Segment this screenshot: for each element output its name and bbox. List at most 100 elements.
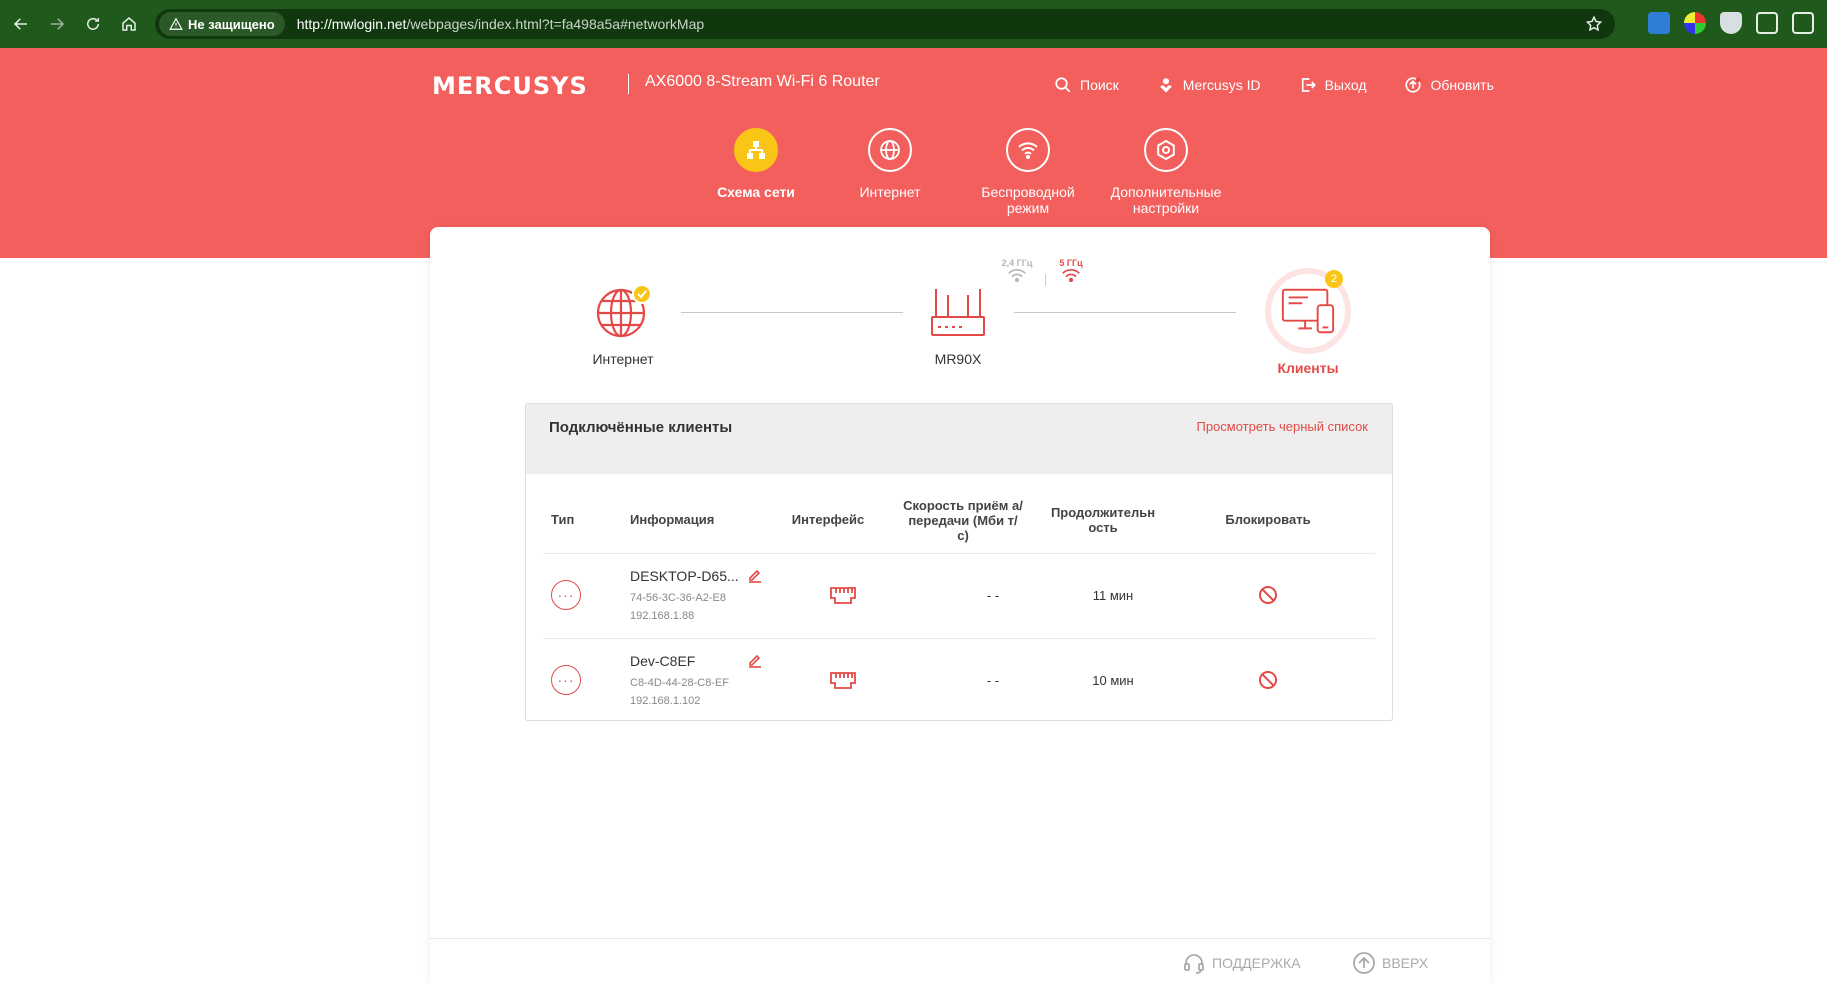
- arrow-up-circle-icon: [1353, 952, 1375, 974]
- ethernet-icon: [830, 587, 856, 604]
- back-icon[interactable]: [6, 9, 36, 39]
- device-speed: - -: [986, 673, 1000, 688]
- tab-network-map-label: Схема сети: [717, 184, 795, 200]
- internet-node-label: Интернет: [592, 351, 654, 367]
- url-text: http://mwlogin.net/webpages/index.html?t…: [297, 16, 704, 32]
- extensions-puzzle-icon[interactable]: [1756, 12, 1778, 34]
- band-5ghz[interactable]: 5 ГГц: [1054, 258, 1088, 284]
- address-bar[interactable]: Не защищено http://mwlogin.net/webpages/…: [155, 9, 1615, 39]
- url-host: http://mwlogin.net: [296, 16, 407, 32]
- extensions-area: [1648, 12, 1814, 34]
- band-24ghz-label: 2,4 ГГц: [1001, 258, 1033, 268]
- clients-table-header: Тип Информация Интерфейс Скорость приём …: [543, 486, 1375, 554]
- tab-network-map[interactable]: Схема сети: [681, 128, 831, 200]
- content-card: Интернет MR90X 2,4 ГГц 5 ГГц 2 Клиенты П…: [430, 227, 1490, 984]
- ethernet-icon: [830, 672, 856, 689]
- account-label: Mercusys ID: [1182, 77, 1261, 93]
- support-link[interactable]: ПОДДЕРЖКА: [1182, 951, 1301, 975]
- block-icon[interactable]: [1258, 670, 1278, 690]
- update-icon: [1405, 77, 1422, 93]
- device-ip: 192.168.1.88: [630, 610, 695, 622]
- bookmark-star-icon[interactable]: [1585, 15, 1603, 38]
- security-label: Не защищено: [188, 16, 275, 32]
- view-blacklist-link[interactable]: Просмотреть черный список: [1196, 419, 1368, 434]
- edit-name-icon[interactable]: [747, 567, 763, 583]
- globe-icon: [596, 284, 652, 338]
- network-topology: Интернет MR90X 2,4 ГГц 5 ГГц 2 Клиенты: [430, 227, 1490, 377]
- logout-label: Выход: [1324, 77, 1367, 93]
- internet-router-line: [681, 312, 903, 313]
- brand-logo: MERCUSYS: [432, 72, 588, 100]
- col-info: Информация: [630, 512, 715, 527]
- wifi-5ghz-icon: [1062, 269, 1080, 283]
- edit-name-icon[interactable]: [747, 652, 763, 668]
- device-duration: 11 мин: [1092, 588, 1134, 603]
- col-interface: Интерфейс: [791, 512, 865, 527]
- device-ip: 192.168.1.102: [630, 695, 701, 707]
- block-icon[interactable]: [1258, 585, 1278, 605]
- router-node[interactable]: MR90X: [898, 281, 1018, 367]
- clients-node[interactable]: 2 Клиенты: [1248, 268, 1368, 376]
- headset-icon: [1184, 954, 1204, 974]
- tab-advanced[interactable]: Дополнительные настройки: [1091, 128, 1241, 216]
- advanced-settings-icon: [1144, 128, 1188, 172]
- home-icon[interactable]: [114, 9, 144, 39]
- update-link[interactable]: Обновить: [1404, 76, 1494, 94]
- col-type: Тип: [551, 512, 575, 527]
- tab-advanced-label: Дополнительные настройки: [1110, 184, 1222, 216]
- internet-node[interactable]: Интернет: [563, 281, 683, 367]
- globe-icon: [868, 128, 912, 172]
- col-block: Блокировать: [1225, 512, 1311, 527]
- clients-node-label: Клиенты: [1277, 360, 1339, 376]
- search-link[interactable]: Поиск: [1054, 76, 1119, 94]
- router-icon: [931, 289, 985, 336]
- band-5ghz-label: 5 ГГц: [1059, 258, 1083, 268]
- support-label: ПОДДЕРЖКА: [1212, 955, 1301, 971]
- band-24ghz[interactable]: 2,4 ГГц: [1000, 258, 1034, 284]
- table-row: ··· Dev-C8EF C8-4D-44-28-C8-EF 192.168.1…: [543, 639, 1375, 724]
- router-node-label: MR90X: [934, 351, 982, 367]
- back-to-top-link[interactable]: ВВЕРХ: [1352, 951, 1428, 975]
- logo-divider: [628, 74, 629, 94]
- clients-devices-icon: [1281, 288, 1335, 334]
- device-duration: 10 мин: [1092, 673, 1134, 688]
- search-label: Поиск: [1080, 77, 1119, 93]
- extension-colors-icon[interactable]: [1684, 12, 1706, 34]
- col-speed: Скорость приём а/передачи (Мби т/с): [903, 498, 1023, 543]
- device-type-icon[interactable]: ···: [551, 665, 581, 695]
- extension-shield-icon[interactable]: [1720, 12, 1742, 34]
- tab-internet-label: Интернет: [859, 184, 921, 200]
- wifi-24ghz-icon: [1008, 269, 1026, 283]
- col-duration: Продолжительн ость: [1050, 505, 1156, 535]
- url-path: /webpages/index.html?t=fa498a5a#networkM…: [406, 16, 705, 32]
- sidepanel-icon[interactable]: [1792, 12, 1814, 34]
- reload-icon[interactable]: [78, 9, 108, 39]
- security-chip[interactable]: Не защищено: [159, 12, 285, 36]
- page-footer: ПОДДЕРЖКА ВВЕРХ: [430, 938, 1490, 984]
- forward-icon[interactable]: [42, 9, 72, 39]
- tab-wireless-label: Беспроводной режим: [981, 184, 1075, 216]
- wifi-icon: [1006, 128, 1050, 172]
- device-name: Dev-C8EF: [630, 653, 696, 669]
- extension-translate-icon[interactable]: [1648, 12, 1670, 34]
- network-map-icon: [734, 128, 778, 172]
- tab-wireless[interactable]: Беспроводной режим: [953, 128, 1103, 216]
- clients-count-badge: 2: [1325, 270, 1343, 288]
- user-icon: [1159, 78, 1172, 93]
- device-mac: 74-56-3C-36-A2-E8: [630, 592, 726, 604]
- account-link[interactable]: Mercusys ID: [1157, 76, 1261, 94]
- clients-panel-title: Подключённые клиенты: [549, 419, 733, 436]
- tab-internet[interactable]: Интернет: [815, 128, 965, 200]
- logout-icon: [1301, 78, 1316, 92]
- device-type-icon[interactable]: ···: [551, 580, 581, 610]
- device-name: DESKTOP-D65...: [630, 568, 739, 584]
- connected-clients-panel: Подключённые клиенты Просмотреть черный …: [525, 403, 1393, 721]
- warning-icon: [169, 17, 183, 30]
- device-mac: C8-4D-44-28-C8-EF: [630, 677, 730, 689]
- header-links: Поиск Mercusys ID Выход Обновить: [1054, 76, 1532, 94]
- logout-link[interactable]: Выход: [1299, 76, 1367, 94]
- browser-toolbar: Не защищено http://mwlogin.net/webpages/…: [0, 0, 1827, 48]
- back-to-top-label: ВВЕРХ: [1382, 955, 1429, 971]
- router-clients-line: [1014, 312, 1236, 313]
- table-row: ··· DESKTOP-D65... 74-56-3C-36-A2-E8 192…: [543, 554, 1375, 639]
